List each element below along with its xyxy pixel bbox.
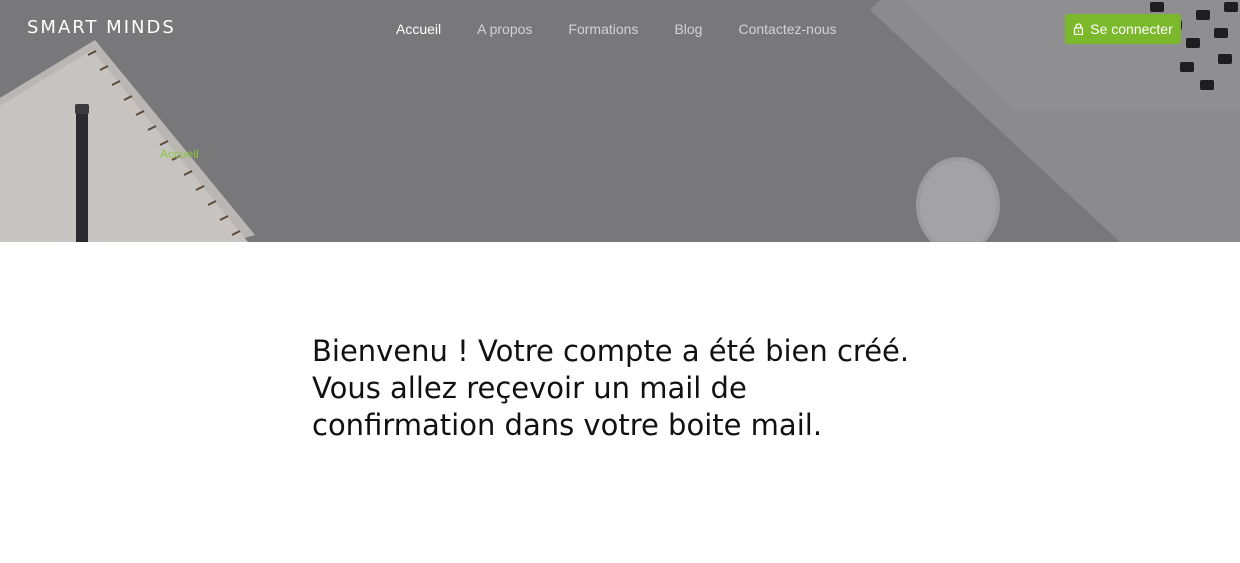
nav-item-contactez-nous[interactable]: Contactez-nous bbox=[720, 21, 854, 37]
login-button[interactable]: Se connecter bbox=[1065, 14, 1181, 44]
lock-icon bbox=[1074, 23, 1084, 35]
breadcrumb[interactable]: Accueil bbox=[160, 147, 199, 161]
message-line-1: Bienvenu ! Votre compte a été bien créé. bbox=[312, 334, 910, 368]
nav-item-a-propos[interactable]: A propos bbox=[459, 21, 550, 37]
hero-banner: SMART MINDS Accueil A propos Formations … bbox=[0, 0, 1240, 242]
nav-item-blog[interactable]: Blog bbox=[656, 21, 720, 37]
login-button-label: Se connecter bbox=[1090, 21, 1173, 37]
message-line-2: Vous allez reçevoir un mail de bbox=[312, 371, 747, 405]
nav-item-formations[interactable]: Formations bbox=[550, 21, 656, 37]
nav-item-accueil[interactable]: Accueil bbox=[378, 21, 459, 37]
main-nav: Accueil A propos Formations Blog Contact… bbox=[378, 20, 855, 38]
message-line-3: confirmation dans votre boite mail. bbox=[312, 408, 823, 442]
brand-logo[interactable]: SMART MINDS bbox=[27, 17, 176, 38]
confirmation-message: Bienvenu ! Votre compte a été bien créé.… bbox=[312, 333, 912, 444]
